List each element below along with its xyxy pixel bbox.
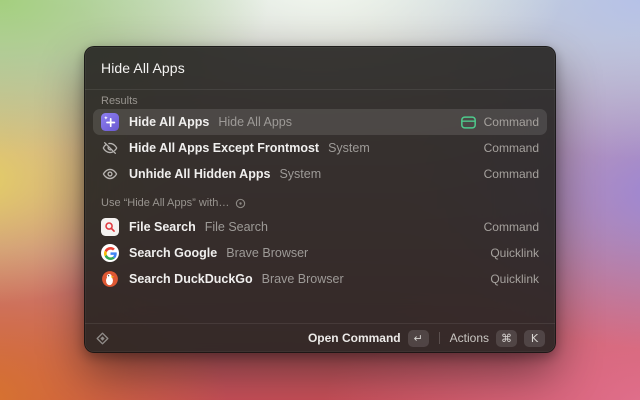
result-title: Hide All Apps Except Frontmost <box>129 141 319 155</box>
result-type-badge: Command <box>484 141 539 155</box>
results-list: Results Hide All Apps Hide All Apps <box>85 90 555 323</box>
result-subtitle: File Search <box>205 220 268 234</box>
result-subtitle: Brave Browser <box>226 246 308 260</box>
search-bar[interactable]: Hide All Apps <box>85 47 555 90</box>
k-key: K <box>524 330 545 347</box>
result-type-badge: Quicklink <box>490 272 539 286</box>
app-window-icon <box>460 115 477 130</box>
result-title: Unhide All Hidden Apps <box>129 167 270 181</box>
info-icon[interactable] <box>235 198 246 209</box>
open-command-label: Open Command <box>308 331 401 345</box>
result-title: Search Google <box>129 246 217 260</box>
result-type-badge: Quicklink <box>490 246 539 260</box>
return-key: ↵ <box>408 330 429 347</box>
search-input[interactable]: Hide All Apps <box>101 60 185 76</box>
result-type-badge: Command <box>484 167 539 181</box>
result-type-badge: Command <box>484 220 539 234</box>
file-search-icon <box>101 218 119 236</box>
eye-icon <box>101 165 119 183</box>
section-label: Results <box>101 95 138 107</box>
result-row-file-search[interactable]: File Search File Search Command <box>93 214 547 240</box>
result-subtitle: Hide All Apps <box>218 115 292 129</box>
open-command-button[interactable]: Open Command ↵ <box>308 330 429 347</box>
result-subtitle: System <box>328 141 370 155</box>
result-title: Hide All Apps <box>129 115 209 129</box>
hide-all-apps-icon <box>101 113 119 131</box>
command-key: ⌘ <box>496 330 517 347</box>
section-header-results: Results <box>93 92 547 109</box>
result-row-hide-all-apps[interactable]: Hide All Apps Hide All Apps Command <box>93 109 547 135</box>
raycast-icon <box>95 331 110 346</box>
result-title: Search DuckDuckGo <box>129 272 253 286</box>
result-row-hide-except-frontmost[interactable]: Hide All Apps Except Frontmost System Co… <box>93 135 547 161</box>
duckduckgo-icon <box>101 270 119 288</box>
result-row-search-duckduckgo[interactable]: Search DuckDuckGo Brave Browser Quicklin… <box>93 266 547 292</box>
footer-bar: Open Command ↵ Actions ⌘ K <box>85 323 555 352</box>
eye-off-icon <box>101 139 119 157</box>
result-subtitle: Brave Browser <box>262 272 344 286</box>
google-icon <box>101 244 119 262</box>
result-title: File Search <box>129 220 196 234</box>
actions-button[interactable]: Actions ⌘ K <box>450 330 545 347</box>
result-type-badge: Command <box>484 115 539 129</box>
result-row-unhide-all[interactable]: Unhide All Hidden Apps System Command <box>93 161 547 187</box>
section-label: Use “Hide All Apps” with… <box>101 197 229 209</box>
result-subtitle: System <box>279 167 321 181</box>
launcher-window: Hide All Apps Results Hide All Apps Hide… <box>84 46 556 353</box>
actions-label: Actions <box>450 331 489 345</box>
footer-divider <box>439 332 440 344</box>
desktop: { "window": { "search": { "query": "Hide… <box>0 0 640 400</box>
section-header-use-with: Use “Hide All Apps” with… <box>93 187 547 214</box>
result-row-search-google[interactable]: Search Google Brave Browser Quicklink <box>93 240 547 266</box>
